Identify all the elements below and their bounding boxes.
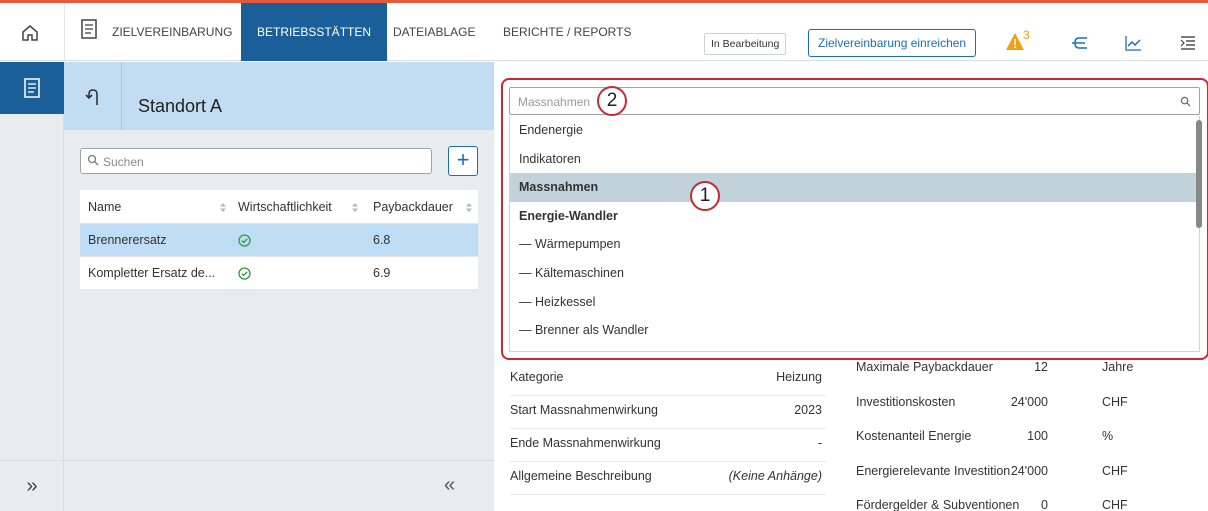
home-button[interactable] — [16, 19, 44, 47]
detail-value: (Keine Anhänge) — [728, 469, 822, 483]
kpi-value: 24'000 — [1010, 464, 1048, 478]
detail-label: Ende Massnahmenwirkung — [510, 436, 661, 450]
line-chart-icon — [1125, 36, 1141, 51]
annotation-marker-2: 2 — [597, 86, 627, 116]
kpi-value: 24'000 — [1010, 395, 1048, 409]
kpi-row: Energierelevante Investition 24'000 CHF — [856, 456, 1186, 490]
kpi-value: 0 — [1041, 498, 1048, 511]
detail-row-kategorie: Kategorie Heizung — [510, 362, 826, 396]
detail-value: Heizung — [776, 370, 822, 384]
document-icon — [81, 19, 97, 39]
add-measure-button[interactable]: + — [448, 146, 478, 176]
search-placeholder: Suchen — [103, 155, 144, 169]
detail-row-ende: Ende Massnahmenwirkung - — [510, 428, 826, 462]
row-name: Brennerersatz — [88, 233, 167, 247]
tab-betriebsstaetten[interactable]: BETRIEBSSTÄTTEN — [241, 3, 388, 61]
column-header-paybackdauer[interactable]: Paybackdauer — [373, 190, 453, 223]
detail-label: Allgemeine Beschreibung — [510, 469, 652, 483]
table-header: Name Wirtschaftlichkeit Paybackdauer — [80, 190, 478, 224]
detail-label: Kategorie — [510, 370, 564, 384]
location-title: Standort A — [138, 96, 223, 116]
table-row[interactable]: Brennerersatz 6.8 — [80, 224, 478, 257]
kpi-label: Investitionskosten — [856, 395, 956, 409]
sort-icon[interactable] — [220, 203, 226, 212]
kpi-unit: CHF — [1102, 498, 1128, 511]
detail-value: - — [817, 436, 822, 450]
detail-row-start: Start Massnahmenwirkung 2023 — [510, 395, 826, 429]
kpi-row: Fördergelder & Subventionen 0 CHF — [856, 490, 1186, 511]
search-icon — [87, 154, 99, 166]
annotation-highlight-frame — [501, 78, 1208, 360]
sort-icon[interactable] — [352, 203, 358, 212]
kpi-row: Investitionskosten 24'000 CHF — [856, 387, 1186, 421]
measures-table: Name Wirtschaftlichkeit Paybackdauer Bre… — [80, 190, 478, 290]
panel-toggle-button[interactable] — [1175, 30, 1201, 56]
kpi-unit: CHF — [1102, 395, 1128, 409]
back-arrow-icon — [84, 89, 98, 105]
document-icon — [24, 78, 40, 98]
kpi-label: Energierelevante Investition — [856, 464, 1011, 478]
kpi-label: Kostenanteil Energie — [856, 429, 972, 443]
warning-count: 3 — [1023, 28, 1030, 42]
panel-divider — [64, 460, 494, 461]
detail-label: Start Massnahmenwirkung — [510, 403, 658, 417]
column-header-wirtschaftlichkeit[interactable]: Wirtschaftlichkeit — [238, 190, 332, 223]
row-payback: 6.9 — [373, 266, 391, 280]
check-circle-icon — [238, 267, 251, 280]
rail-expand-button[interactable]: » — [0, 460, 64, 511]
sort-icon[interactable] — [466, 203, 472, 212]
kpi-value: 100 — [1027, 429, 1048, 443]
energy-flow-button[interactable] — [1067, 30, 1093, 56]
kpi-unit: CHF — [1102, 464, 1128, 478]
left-rail: » — [0, 62, 64, 511]
status-badge: In Bearbeitung — [704, 33, 787, 55]
energy-flow-icon — [1072, 37, 1087, 49]
tab-zielvereinbarung[interactable]: ZIELVEREINBARUNG — [112, 3, 232, 61]
row-payback: 6.8 — [373, 233, 391, 247]
nav-separator — [64, 3, 65, 61]
kpi-unit: % — [1102, 429, 1114, 443]
measures-search-input[interactable]: Suchen — [80, 148, 432, 174]
kpi-unit: Jahre — [1102, 360, 1134, 374]
tab-dateiablage[interactable]: DATEIABLAGE — [393, 3, 475, 61]
detail-row-beschreibung: Allgemeine Beschreibung (Keine Anhänge) — [510, 461, 826, 495]
check-circle-icon — [238, 234, 251, 247]
kpi-label: Fördergelder & Subventionen — [856, 498, 1020, 511]
kpi-label: Maximale Paybackdauer — [856, 360, 993, 374]
home-icon — [22, 25, 38, 41]
kpi-value: 12 — [1034, 360, 1048, 374]
indent-list-icon — [1180, 36, 1195, 50]
table-row[interactable]: Kompletter Ersatz de... 6.9 — [80, 257, 478, 290]
back-button[interactable] — [64, 62, 122, 130]
location-header: Standort A — [64, 62, 494, 130]
column-header-name[interactable]: Name — [88, 190, 121, 223]
submit-zielvereinbarung-button[interactable]: Zielvereinbarung einreichen — [808, 29, 977, 57]
annotation-marker-1: 1 — [690, 181, 720, 211]
tab-berichte-reports[interactable]: BERICHTE / REPORTS — [503, 3, 631, 61]
chart-button[interactable] — [1120, 30, 1146, 56]
collapse-panel-button[interactable]: « — [444, 474, 455, 497]
kpi-row: Kostenanteil Energie 100 % — [856, 421, 1186, 455]
location-panel: Standort A Suchen + Name Wirtschaftlichk… — [64, 62, 494, 511]
rail-item-measures[interactable] — [0, 62, 64, 114]
row-name: Kompletter Ersatz de... — [88, 266, 216, 280]
detail-value: 2023 — [794, 403, 822, 417]
